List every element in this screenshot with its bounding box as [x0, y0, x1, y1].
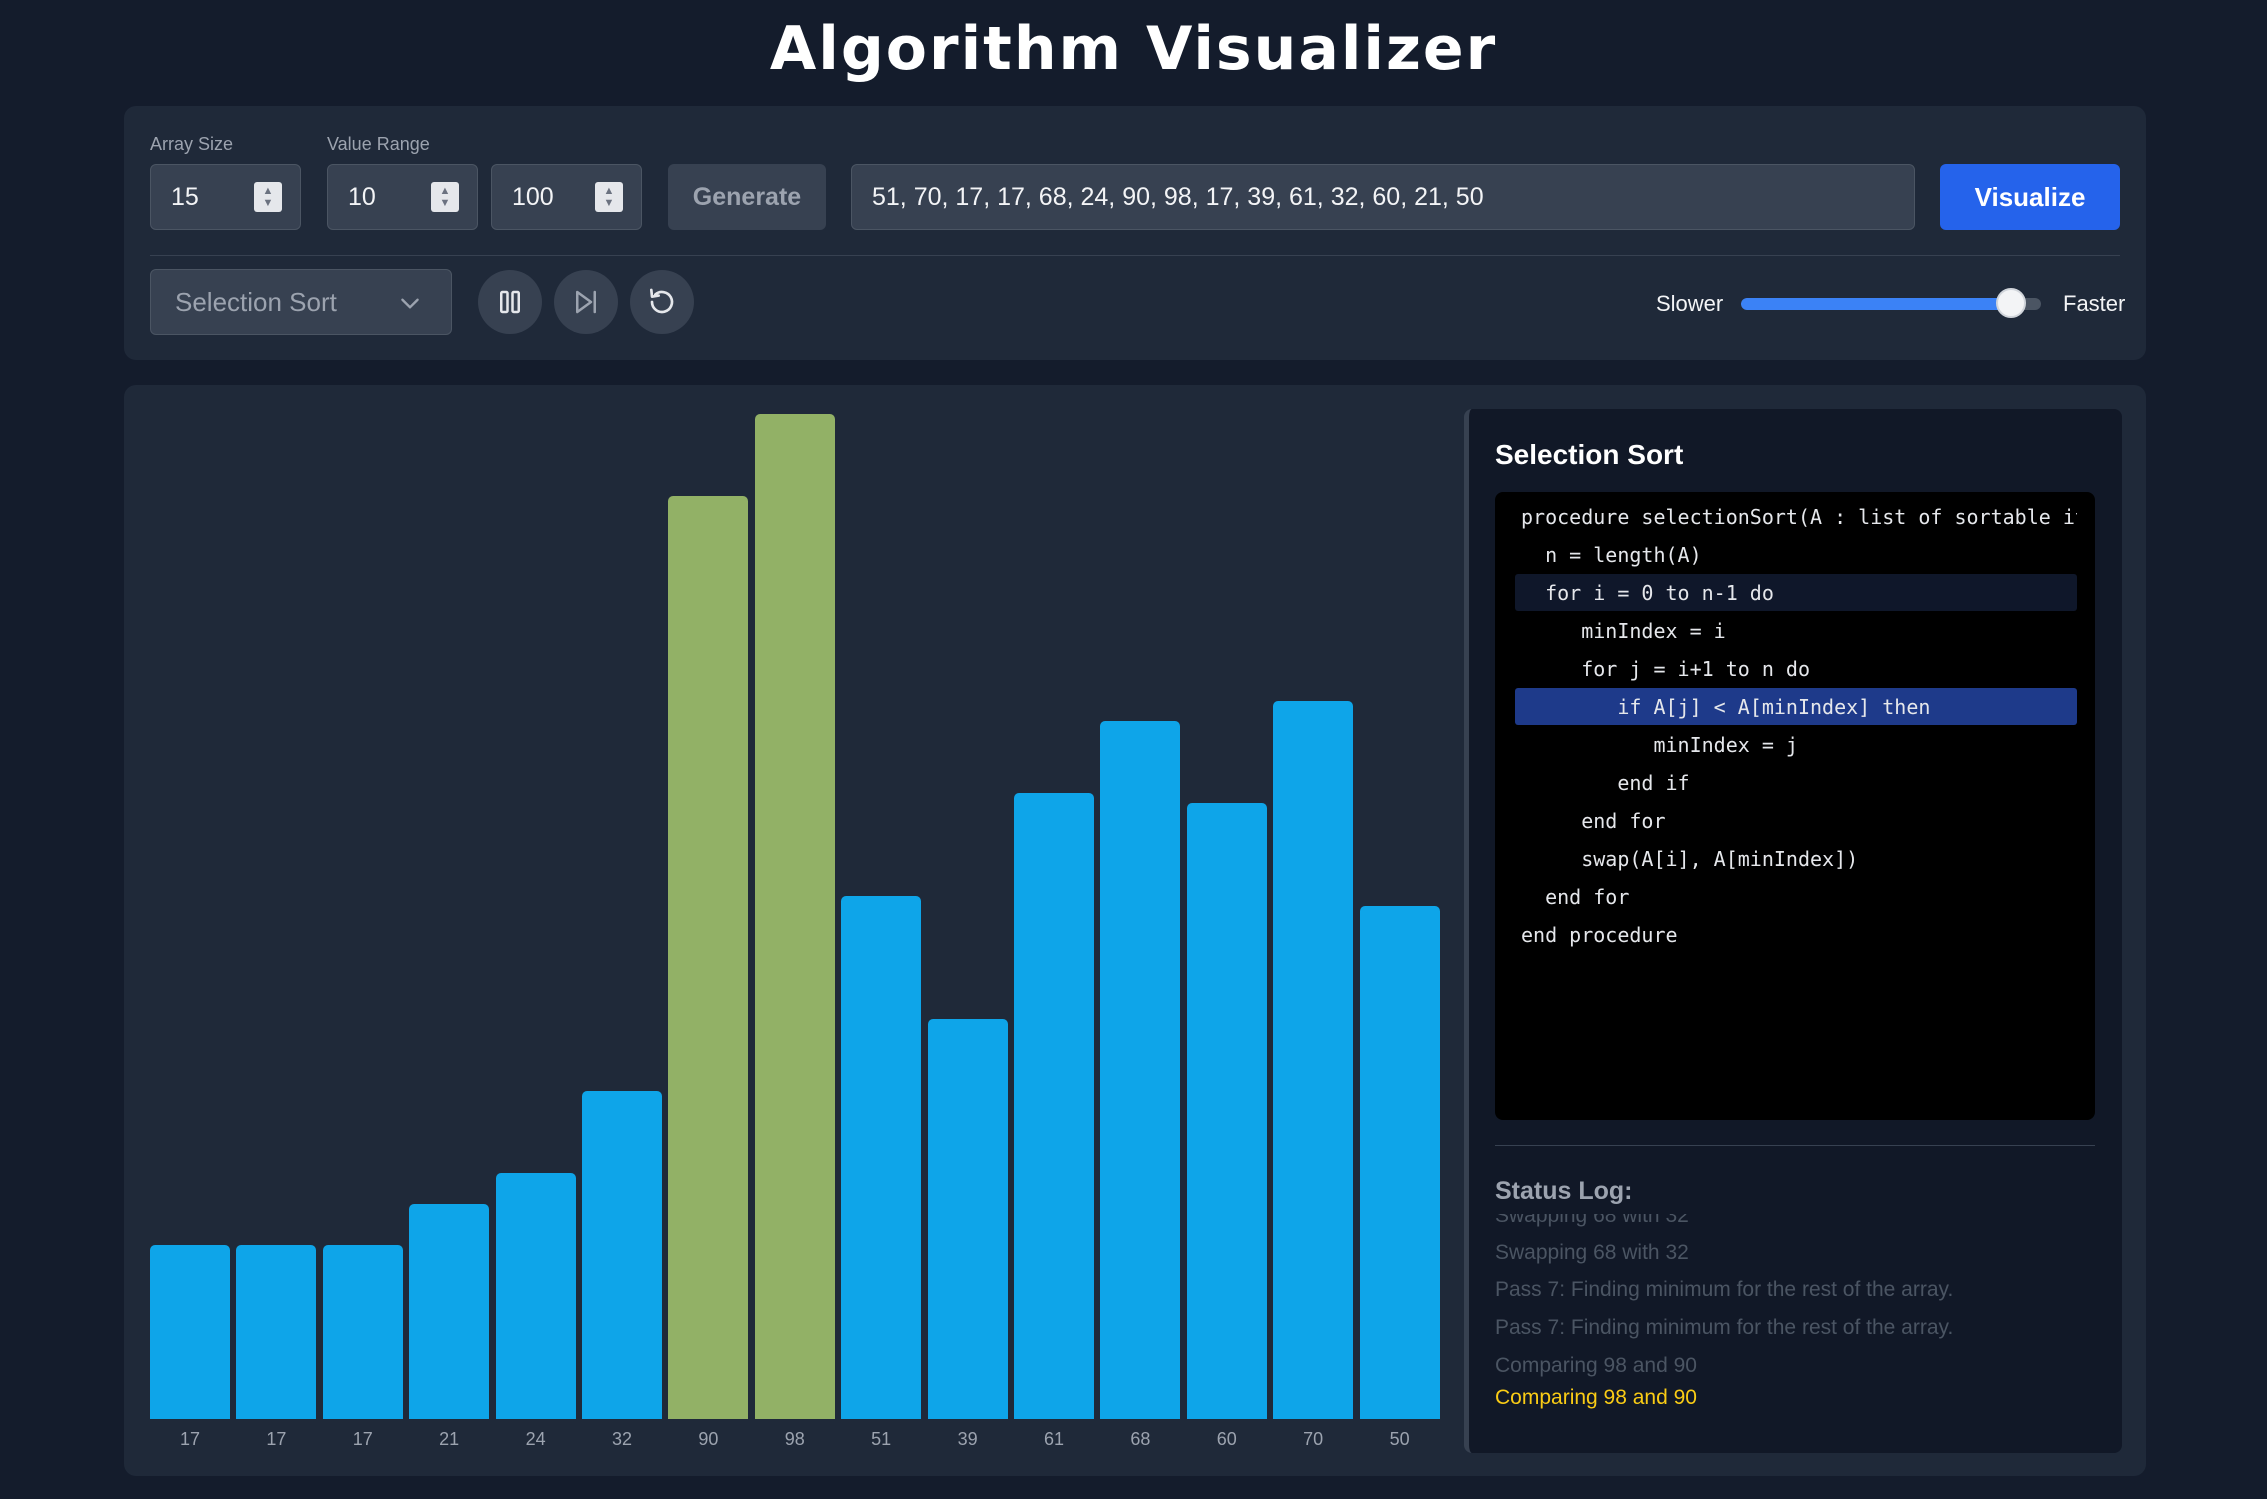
chart-bar-label: 50 — [1389, 1429, 1410, 1449]
array-values-text: 51, 70, 17, 17, 68, 24, 90, 98, 17, 39, … — [872, 182, 1484, 211]
array-size-label: Array Size — [150, 134, 234, 154]
code-line: swap(A[i], A[minIndex]) — [1521, 846, 1859, 871]
code-line: end if — [1521, 770, 1690, 795]
chart-bar — [1359, 906, 1440, 1419]
skip-forward-icon — [576, 290, 596, 314]
code-line: procedure selectionSort(A : list of sort… — [1521, 504, 2077, 529]
log-item: Swapping 68 with 32 — [1495, 1214, 1689, 1227]
controls-panel: Array Size 15 ▲ ▼ Value Range 10 ▲ ▼ 100 ▲… — [124, 106, 2146, 360]
spinner-icon[interactable]: ▲ ▼ — [431, 182, 459, 212]
log-item: Swapping 68 with 32 — [1495, 1241, 1689, 1264]
chart-bar-label: 60 — [1216, 1429, 1237, 1449]
chart-bar-label: 68 — [1130, 1429, 1151, 1449]
code-line: end for — [1521, 808, 1666, 833]
algorithm-title: Selection Sort — [1495, 439, 1684, 470]
chart-bar-label: 17 — [179, 1429, 201, 1449]
visualize-button[interactable]: Visualize — [1940, 164, 2120, 230]
chart-bar — [1186, 803, 1267, 1419]
pause-icon — [500, 290, 520, 314]
chart-bar-label: 17 — [266, 1429, 287, 1449]
page-title: Algorithm Visualizer — [769, 14, 1498, 84]
chart-bar — [1273, 700, 1354, 1419]
chart-bar — [841, 895, 922, 1419]
chart-bar-label: 21 — [439, 1429, 460, 1449]
chart-bar — [322, 1244, 403, 1419]
code-line: n = length(A) — [1521, 542, 1702, 567]
range-min-value: 10 — [348, 182, 376, 211]
array-size-value: 15 — [171, 182, 199, 211]
chart-bar — [495, 1172, 576, 1419]
chart-bar-label: 90 — [698, 1429, 719, 1449]
algorithm-select-value: Selection Sort — [175, 286, 337, 317]
chart-bar — [409, 1203, 490, 1419]
controls-divider — [150, 255, 2120, 256]
code-line: if A[j] < A[minIndex] then — [1515, 688, 2077, 725]
chart-bar — [1014, 793, 1094, 1419]
chart-bar — [236, 1244, 317, 1419]
log-item: Comparing 98 and 90 — [1495, 1386, 1697, 1409]
range-min-input[interactable]: 10 ▲ ▼ — [327, 164, 478, 230]
chart-bar — [582, 1090, 662, 1419]
array-size-input[interactable]: 15 ▲ ▼ — [150, 164, 301, 230]
reset-icon — [650, 288, 674, 314]
chart-bar-label: 51 — [871, 1429, 892, 1449]
faster-label: Faster — [2063, 291, 2126, 316]
code-line: end procedure — [1521, 922, 1678, 947]
chart-bar — [668, 495, 749, 1419]
pseudocode-box: procedure selectionSort(A : list of sort… — [1495, 492, 2095, 1120]
pause-button[interactable] — [478, 270, 542, 334]
spinner-icon[interactable]: ▲ ▼ — [595, 182, 623, 212]
chart-bar-label: 61 — [1043, 1429, 1065, 1449]
bar-chart: 17 17 17 21 24 32 90 98 51 39 61 68 60 70 50 — [124, 385, 1444, 1476]
status-log-title: Status Log: — [1495, 1177, 1633, 1205]
code-line: minIndex = i — [1521, 618, 1726, 643]
code-line: end for — [1521, 884, 1630, 909]
chevron-down-icon — [401, 298, 419, 309]
chart-bar-label: 70 — [1303, 1429, 1324, 1449]
chart-bar — [1100, 721, 1181, 1419]
visualization-panel: 17 17 17 21 24 32 90 98 51 39 61 68 60 70 50 Selection… — [124, 385, 2146, 1476]
algorithm-info-panel: Selection Sort procedure selectionSort(A… — [1464, 409, 2122, 1453]
range-max-input[interactable]: 100 ▲ ▼ — [491, 164, 642, 230]
array-values-input[interactable]: 51, 70, 17, 17, 68, 24, 90, 98, 17, 39, … — [851, 164, 1915, 230]
log-item: Comparing 98 and 90 — [1495, 1354, 1697, 1377]
chart-bar-label: 98 — [784, 1429, 805, 1449]
chart-bar — [754, 413, 835, 1419]
chart-bar-label: 39 — [957, 1429, 978, 1449]
value-range-label: Value Range — [327, 134, 430, 154]
step-forward-button[interactable] — [554, 270, 618, 334]
spinner-icon[interactable]: ▲ ▼ — [254, 182, 282, 212]
speed-slider-thumb[interactable] — [1996, 288, 2026, 318]
chart-bar-label: 32 — [611, 1429, 633, 1449]
chart-bar — [927, 1018, 1008, 1419]
side-divider — [1495, 1145, 2095, 1146]
generate-button[interactable]: Generate — [668, 164, 826, 230]
chart-bar-label: 17 — [352, 1429, 373, 1449]
speed-slider-fill — [1741, 298, 2011, 310]
code-line: for i = 0 to n-1 do — [1515, 574, 2077, 611]
status-log-list: Swapping 68 with 32 Swapping 68 with 32 Pa… — [1495, 1214, 2095, 1442]
log-item: Pass 7: Finding minimum for the rest of … — [1495, 1278, 1954, 1301]
log-item: Pass 7: Finding minimum for the rest of … — [1495, 1316, 1954, 1339]
chart-bar — [150, 1244, 230, 1419]
chart-bar-label: 24 — [525, 1429, 546, 1449]
slower-label: Slower — [1656, 291, 1724, 316]
reset-button[interactable] — [630, 270, 694, 334]
code-line: minIndex = j — [1521, 732, 1798, 757]
algorithm-select[interactable]: Selection Sort — [150, 269, 452, 335]
range-max-value: 100 — [512, 182, 554, 211]
code-line: for j = i+1 to n do — [1521, 656, 1810, 681]
